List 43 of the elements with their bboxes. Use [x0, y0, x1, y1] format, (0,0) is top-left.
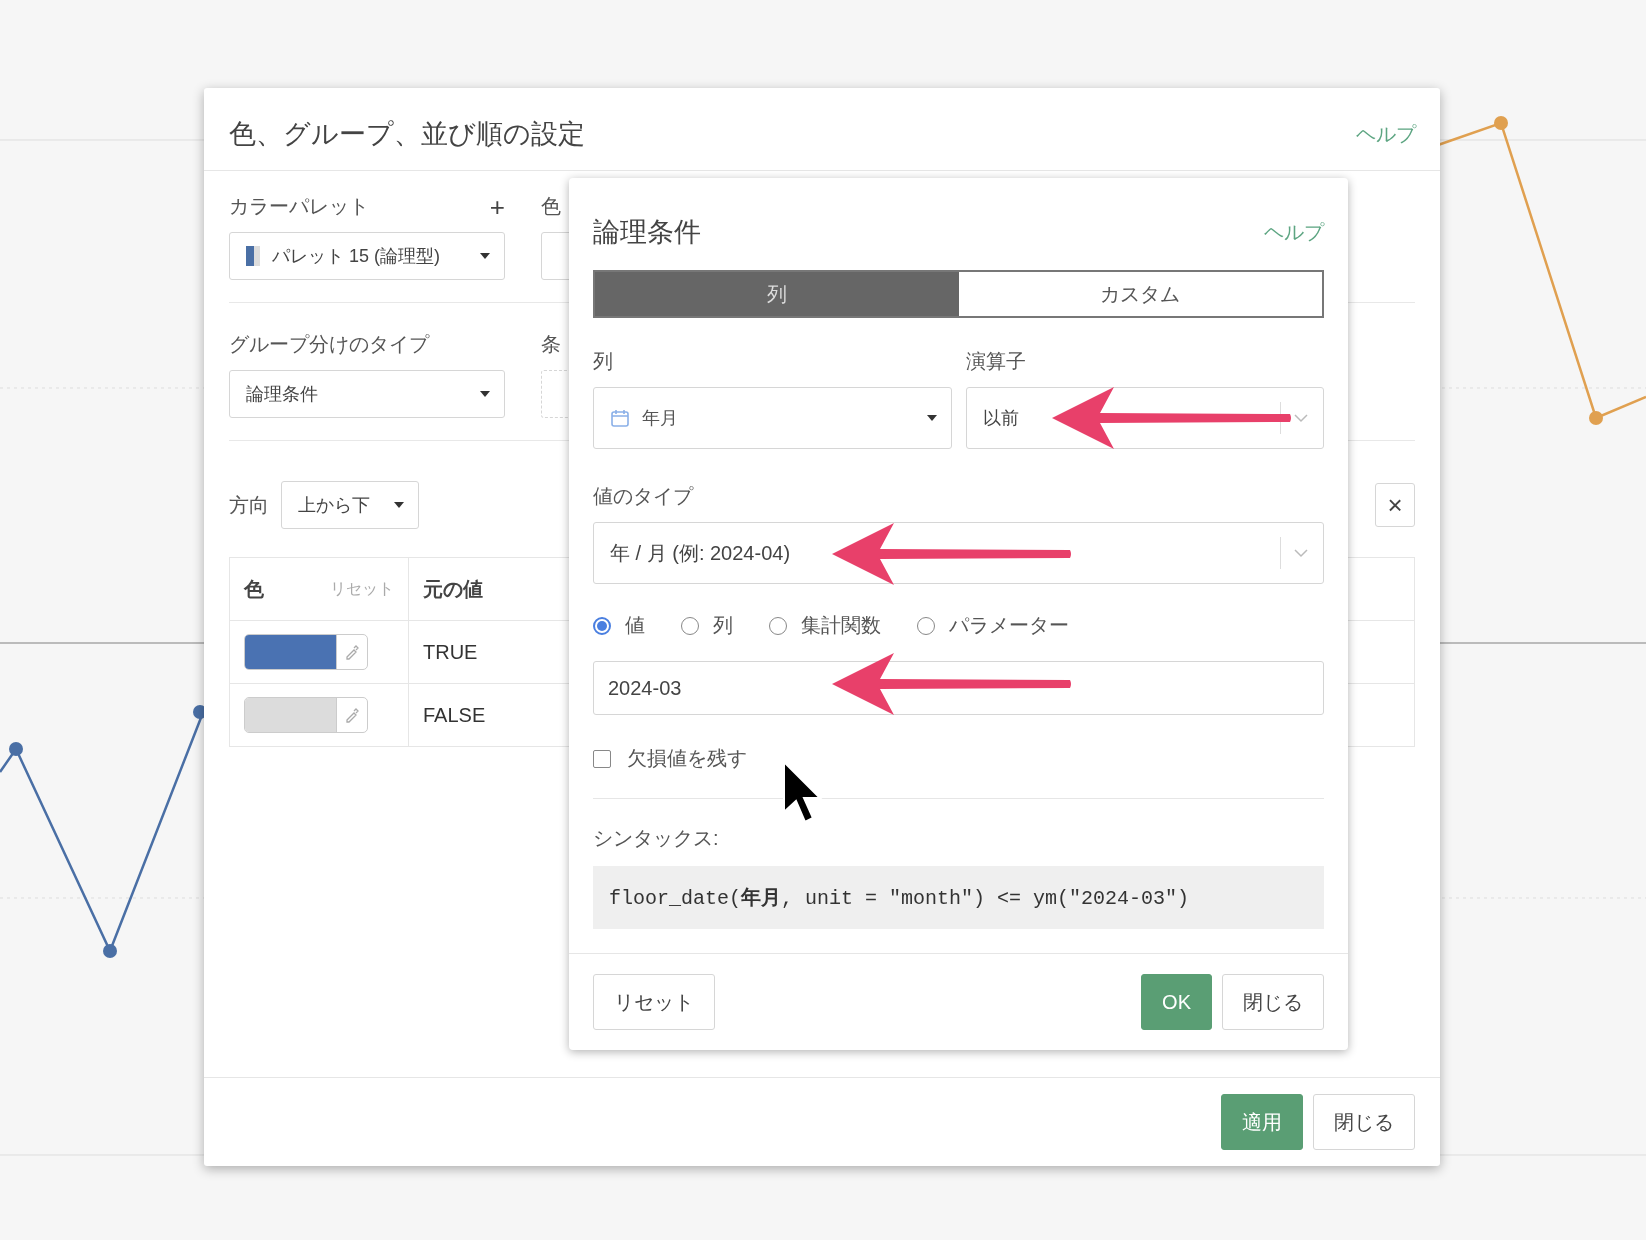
close-button[interactable]: ×	[1375, 483, 1415, 527]
popover-title: 論理条件	[593, 216, 701, 249]
checkbox-label: 欠損値を残す	[627, 746, 747, 771]
chart-point	[103, 944, 117, 958]
chevron-down-icon	[1293, 548, 1309, 558]
checkbox[interactable]	[593, 749, 611, 768]
field-label: 条	[541, 332, 561, 357]
field-label: カラーパレット	[229, 194, 369, 219]
palette-select[interactable]: パレット 15 (論理型)	[229, 232, 505, 280]
calendar-icon	[610, 408, 630, 428]
secondary-button[interactable]: 閉じる	[1222, 974, 1324, 1030]
chart-point	[1494, 116, 1508, 130]
chart-point	[9, 742, 23, 756]
field-label: 列	[593, 349, 613, 374]
field-label: グループ分けのタイプ	[229, 332, 429, 357]
dialog-title: 色、グループ、並び順の設定	[229, 118, 585, 151]
syntax-label: シンタックス:	[593, 826, 720, 851]
direction-select[interactable]: 上から下	[281, 481, 419, 529]
secondary-button[interactable]: 閉じる	[1313, 1094, 1415, 1150]
column-title: 色	[244, 576, 264, 602]
grouping-select[interactable]: 論理条件	[229, 370, 505, 418]
syntax-code: floor_date(年月, unit = "month") <= ym("2024-03")	[593, 866, 1324, 929]
field-label: 値のタイプ	[593, 484, 693, 509]
palette-icon	[246, 246, 260, 266]
caret-icon	[480, 391, 490, 397]
secondary-button[interactable]: リセット	[593, 974, 715, 1030]
chevron-down-icon	[1293, 413, 1309, 423]
chart-point	[1589, 411, 1603, 425]
column-select[interactable]: 年月	[593, 387, 952, 449]
field-label: 色	[541, 194, 561, 219]
tab[interactable]: 列	[595, 272, 959, 316]
add-button[interactable]: +	[489, 193, 505, 220]
caret-icon	[394, 502, 404, 508]
value-type-select[interactable]: 年 / 月 (例: 2024-04)	[593, 522, 1324, 584]
caret-icon	[926, 415, 937, 421]
eyedropper-icon	[344, 644, 360, 660]
field-label: 方向	[229, 492, 269, 518]
field-label: 演算子	[965, 349, 1026, 374]
color-picker[interactable]	[244, 697, 368, 733]
color-picker[interactable]	[244, 634, 368, 670]
eyedropper-icon	[344, 707, 360, 723]
caret-icon	[480, 253, 490, 259]
value-input[interactable]: 2024-03	[593, 661, 1324, 715]
